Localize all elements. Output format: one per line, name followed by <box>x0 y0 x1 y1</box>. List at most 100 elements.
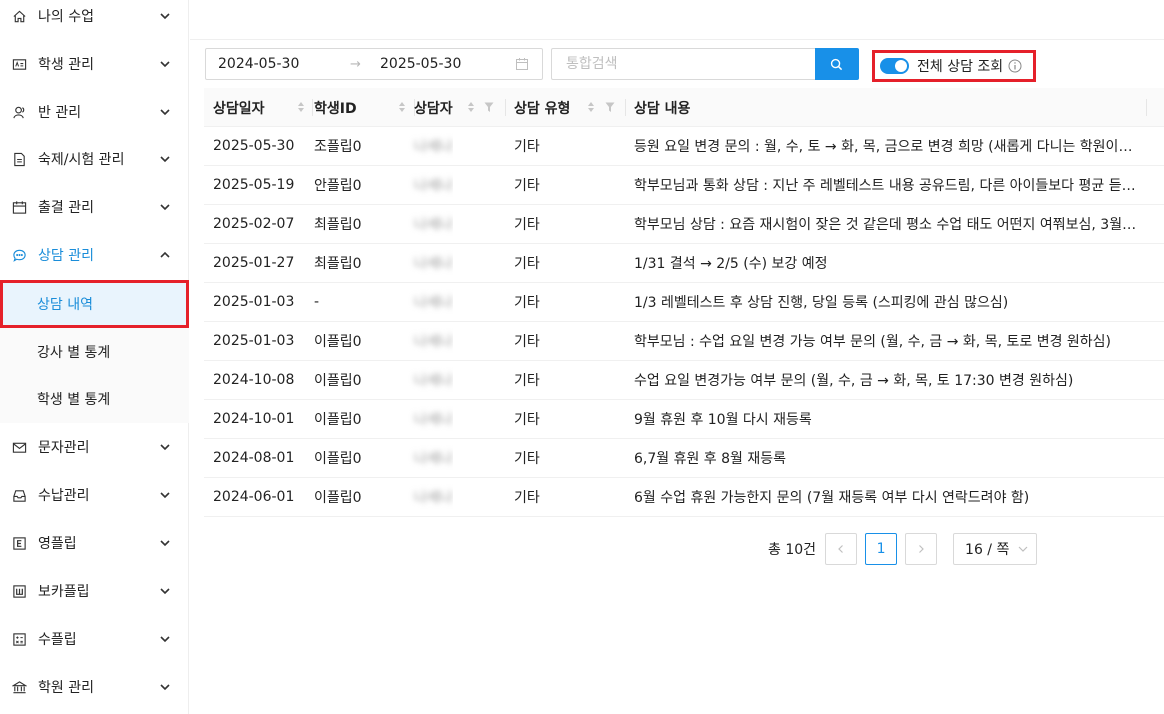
inbox-icon <box>11 487 27 503</box>
cell-type-text: 기타 <box>514 451 540 467</box>
search-button[interactable] <box>814 48 859 80</box>
sort-icon[interactable] <box>587 100 595 114</box>
date-end[interactable]: 2025-05-30 <box>380 56 510 72</box>
pagination: 총 10건 1 16 / 쪽 <box>768 533 1038 565</box>
cell-content-text: 1/31 결석 → 2/5 (수) 보강 예정 <box>634 256 828 272</box>
sidebar-item-label: 학생 관리 <box>38 57 94 73</box>
sidebar-item-classes[interactable]: 반 관리 <box>0 88 189 136</box>
cell-counselor-text: 나세나 <box>414 334 453 350</box>
cell-type: 기타 <box>505 361 540 399</box>
sort-icon[interactable] <box>467 100 475 114</box>
column-header-label: 상담자 <box>414 100 453 117</box>
sidebar-item-label: 문자관리 <box>38 440 90 456</box>
table-row[interactable]: 2025-01-03 이플립0 나세나 기타 학부모님 : 수업 요일 변경 가능 여부… <box>204 322 1164 361</box>
prev-page-button[interactable] <box>825 533 858 565</box>
cell-counselor-text: 나세나 <box>414 412 453 428</box>
chevron-left-icon <box>836 544 846 554</box>
e-box-icon <box>11 535 27 551</box>
sidebar-item-label: 숙제/시험 관리 <box>38 152 125 168</box>
id-card-icon <box>11 56 27 72</box>
sidebar-item-label: 반 관리 <box>38 105 82 121</box>
column-header-counselor[interactable]: 상담자 <box>405 88 506 127</box>
column-header-content[interactable]: 상담 내용 <box>625 88 1147 127</box>
sidebar-item-suflip[interactable]: 수플립 <box>0 615 189 663</box>
cell-content: 학부모님 : 수업 요일 변경 가능 여부 문의 (월, 수, 금 → 화, 목… <box>625 322 1145 360</box>
cell-student-id: 최플립0 <box>305 205 362 243</box>
cell-type-text: 기타 <box>514 256 540 272</box>
sidebar-item-label: 출결 관리 <box>38 200 94 216</box>
date-range-picker[interactable]: 2024-05-30 → 2025-05-30 <box>205 48 543 80</box>
sidebar-item-payments[interactable]: 수납관리 <box>0 471 189 519</box>
sidebar-subitem-student-stats[interactable]: 학생 별 통계 <box>0 375 189 423</box>
column-header-type[interactable]: 상담 유형 <box>505 88 626 127</box>
search-input[interactable] <box>551 48 815 80</box>
cell-type: 기타 <box>505 400 540 438</box>
cell-date: 2025-05-30 <box>204 127 294 165</box>
filter-icon[interactable] <box>484 101 494 112</box>
chevron-down-icon <box>158 57 172 71</box>
sidebar-item-students[interactable]: 학생 관리 <box>0 40 189 88</box>
chevron-down-icon <box>158 488 172 502</box>
table-row[interactable]: 2024-08-01 이플립0 나세나 기타 6,7월 휴원 후 8월 재등록 <box>204 439 1164 478</box>
column-header-label: 상담 내용 <box>634 100 691 117</box>
cell-type: 기타 <box>505 439 540 477</box>
date-start[interactable]: 2024-05-30 <box>218 56 350 72</box>
bank-icon <box>11 679 27 695</box>
cell-content: 9월 휴원 후 10월 다시 재등록 <box>625 400 1145 438</box>
cell-content: 1/3 레벨테스트 후 상담 진행, 당일 등록 (스피킹에 관심 많으심) <box>625 283 1145 321</box>
sidebar-subitem-teacher-stats[interactable]: 강사 별 통계 <box>0 328 189 376</box>
page-size-value: 16 / 쪽 <box>965 542 1010 558</box>
cell-student-id: 안플립0 <box>305 166 362 204</box>
chevron-down-icon <box>158 632 172 646</box>
calendar-icon[interactable] <box>514 56 530 72</box>
sidebar-item-vocaflip[interactable]: 보카플립 <box>0 567 189 615</box>
cell-type-text: 기타 <box>514 373 540 389</box>
sidebar-item-my-class[interactable]: 나의 수업 <box>0 0 189 40</box>
table-row[interactable]: 2025-02-07 최플립0 나세나 기타 학부모님 상담 : 요즘 재시험이 잦은 … <box>204 205 1164 244</box>
filter-icon[interactable] <box>605 101 615 112</box>
column-header-date[interactable]: 상담일자 <box>204 88 313 127</box>
chevron-down-icon <box>158 440 172 454</box>
sidebar-item-attendance[interactable]: 출결 관리 <box>0 183 189 231</box>
column-header-student-id[interactable]: 학생ID <box>305 88 415 127</box>
cell-content-text: 6,7월 휴원 후 8월 재등록 <box>634 451 787 467</box>
cell-date-text: 2025-05-19 <box>213 177 295 193</box>
sidebar-item-academy[interactable]: 학원 관리 <box>0 663 189 711</box>
cell-counselor-text: 나세나 <box>414 295 453 311</box>
cell-date: 2024-08-01 <box>204 439 294 477</box>
next-page-button[interactable] <box>905 533 938 565</box>
cell-counselor: 나세나 <box>405 244 453 282</box>
table-row[interactable]: 2025-01-03 - 나세나 기타 1/3 레벨테스트 후 상담 진행, 당일 등록… <box>204 283 1164 322</box>
cell-student-id-text: 이플립0 <box>314 412 362 428</box>
sidebar-subitem-counseling-history[interactable]: 상담 내역 <box>0 280 189 328</box>
cell-type: 기타 <box>505 205 540 243</box>
home-icon <box>11 8 27 24</box>
info-icon[interactable] <box>1008 59 1022 73</box>
cell-date: 2025-01-03 <box>204 283 294 321</box>
sidebar-item-homework[interactable]: 숙제/시험 관리 <box>0 135 189 183</box>
toggle-label: 전체 상담 조회 <box>917 59 1004 75</box>
cell-type-text: 기타 <box>514 490 540 506</box>
table-row[interactable]: 2024-10-08 이플립0 나세나 기타 수업 요일 변경가능 여부 문의 (월, … <box>204 361 1164 400</box>
cell-counselor: 나세나 <box>405 400 453 438</box>
sidebar-item-counseling[interactable]: 상담 관리 <box>0 231 189 279</box>
cell-date-text: 2024-10-08 <box>213 372 295 388</box>
table-row[interactable]: 2025-05-30 조플립0 나세나 기타 등원 요일 변경 문의 : 월, 수, 토… <box>204 127 1164 166</box>
table-row[interactable]: 2024-10-01 이플립0 나세나 기타 9월 휴원 후 10월 다시 재등록 <box>204 400 1164 439</box>
cell-content: 6,7월 휴원 후 8월 재등록 <box>625 439 1145 477</box>
cell-counselor-text: 나세나 <box>414 490 453 506</box>
all-counseling-toggle[interactable] <box>880 58 909 74</box>
cell-content: 6월 수업 휴원 가능한지 문의 (7월 재등록 여부 다시 연락드려야 함) <box>625 478 1145 516</box>
sort-icon[interactable] <box>297 100 305 114</box>
table-row[interactable]: 2025-05-19 안플립0 나세나 기타 학부모님과 통화 상담 : 지난 주 레벨… <box>204 166 1164 205</box>
cell-counselor-text: 나세나 <box>414 178 453 194</box>
cell-student-id: 이플립0 <box>305 478 362 516</box>
page-size-select[interactable]: 16 / 쪽 <box>953 533 1038 565</box>
table-row[interactable]: 2024-06-01 이플립0 나세나 기타 6월 수업 휴원 가능한지 문의 (7월 … <box>204 478 1164 517</box>
table-row[interactable]: 2025-01-27 최플립0 나세나 기타 1/31 결석 → 2/5 (수) 보강 … <box>204 244 1164 283</box>
sidebar-item-youngflip[interactable]: 영플립 <box>0 519 189 567</box>
sidebar-item-messages[interactable]: 문자관리 <box>0 423 189 471</box>
calculator-icon <box>11 631 27 647</box>
page-button-current[interactable]: 1 <box>865 533 898 565</box>
cell-student-id-text: 최플립0 <box>314 217 362 233</box>
